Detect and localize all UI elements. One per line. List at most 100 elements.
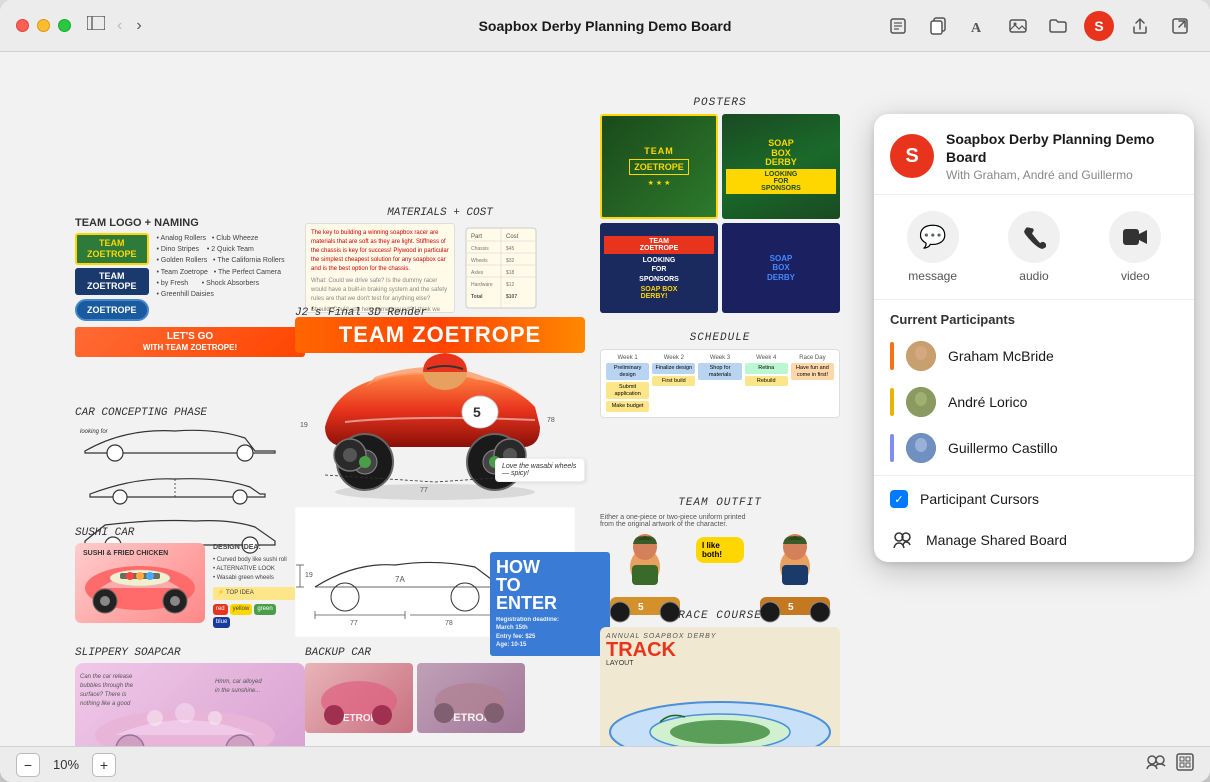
maximize-button[interactable] xyxy=(58,19,71,32)
app-window: ‹ › Soapbox Derby Planning Demo Board xyxy=(0,0,1210,782)
popover-divider-1 xyxy=(874,475,1194,476)
manage-board-icon xyxy=(890,528,914,552)
svg-text:77: 77 xyxy=(350,620,358,627)
svg-text:Chassis: Chassis xyxy=(471,246,489,252)
collaborators-icon[interactable] xyxy=(1146,754,1166,775)
svg-text:surface? There is: surface? There is xyxy=(80,692,126,698)
forward-icon[interactable]: › xyxy=(132,15,145,37)
graham-avatar xyxy=(906,341,936,371)
message-label: message xyxy=(908,269,957,283)
zoom-in-button[interactable]: + xyxy=(92,753,116,777)
zoom-out-button[interactable]: − xyxy=(16,753,40,777)
canvas-area[interactable]: TEAM LOGO + NAMING TEAMZOETROPE TEAMZOET… xyxy=(0,52,1210,746)
guillermo-color-bar xyxy=(890,434,894,462)
sidebar-toggle-icon[interactable] xyxy=(87,16,105,35)
poster-1: TEAM ZOETROPE ★ ★ ★ xyxy=(600,114,718,219)
user-avatar-button[interactable]: S xyxy=(1084,11,1114,41)
popover-actions: 💬 message audio xyxy=(874,195,1194,300)
race-course-section: RACE COURSE ANNUAL SOAPBOX DERBY TRACK L… xyxy=(600,610,840,746)
traffic-lights xyxy=(16,19,71,32)
materials-label: MATERIALS + COST xyxy=(305,207,575,219)
logo-team-zoetrope-green: TEAMZOETROPE xyxy=(75,233,149,265)
participant-cursors-checkbox[interactable]: ✓ xyxy=(890,490,908,508)
minimize-button[interactable] xyxy=(37,19,50,32)
slippery-label: SLIPPERY SOAPCAR xyxy=(75,647,305,659)
share-icon[interactable] xyxy=(1126,12,1154,40)
materials-sketch: Part Cost Chassis $45 Wheels $32 Axles $… xyxy=(461,223,541,316)
svg-text:78: 78 xyxy=(445,620,453,627)
svg-text:19: 19 xyxy=(305,572,313,579)
participant-cursors-label: Participant Cursors xyxy=(920,491,1039,507)
manage-shared-board-item[interactable]: Manage Shared Board xyxy=(874,518,1194,562)
svg-text:nothing like a good: nothing like a good xyxy=(80,701,131,707)
board-title: Soapbox Derby Planning Demo Board xyxy=(479,18,732,34)
race-course-label: RACE COURSE xyxy=(600,610,840,622)
slippery-soapcar-section: SLIPPERY SOAPCAR xyxy=(75,647,305,746)
svg-text:$45: $45 xyxy=(506,246,515,252)
car-concepting-label: CAR CONCEPTING PHASE xyxy=(75,407,295,419)
copy-icon[interactable] xyxy=(924,12,952,40)
backup-car-label: BACKUP CAR xyxy=(305,647,525,659)
participant-cursors-item[interactable]: ✓ Participant Cursors xyxy=(874,480,1194,518)
backup-car-section: BACKUP CAR ZOETROPE ZOETROP xyxy=(305,647,525,733)
video-action[interactable]: video xyxy=(1099,211,1171,283)
manage-shared-board-label: Manage Shared Board xyxy=(926,532,1067,548)
guillermo-avatar xyxy=(906,433,936,463)
schedule-table: Week 1 Week 2 Week 3 Week 4 Race Day Pre… xyxy=(600,349,840,418)
poster-grid: TEAM ZOETROPE ★ ★ ★ SOAPBOXDERBY LOOKING… xyxy=(600,114,840,313)
i-like-both-bubble: I like both! xyxy=(696,537,744,563)
fit-to-screen-icon[interactable] xyxy=(1176,753,1194,776)
graham-name: Graham McBride xyxy=(948,348,1054,364)
schedule-section: SCHEDULE Week 1 Week 2 Week 3 Week 4 Rac… xyxy=(600,332,840,418)
toolbar: A S xyxy=(884,11,1194,41)
audio-label: audio xyxy=(1019,269,1048,283)
svg-text:Axles: Axles xyxy=(471,270,484,276)
how-to-enter-card: HOW TO ENTER Registration deadline: Marc… xyxy=(490,552,610,656)
sushi-car-section: SUSHI CAR xyxy=(75,527,295,628)
graham-color-bar xyxy=(890,342,894,370)
logo-zoetrope-pill: ZOETROPE xyxy=(75,299,149,321)
popover-board-title: Soapbox Derby Planning Demo Board xyxy=(946,130,1178,166)
backup-photo-2: ZOETROP xyxy=(417,663,525,733)
svg-text:$32: $32 xyxy=(506,258,515,264)
participant-andre[interactable]: André Lorico xyxy=(874,379,1194,425)
backup-photo-1: ZOETROPE xyxy=(305,663,413,733)
logo-team-zoetrope-blue: TEAMZOETROPE xyxy=(75,268,149,296)
participant-graham[interactable]: Graham McBride xyxy=(874,333,1194,379)
outfit-description: Either a one-piece or two-piece uniform … xyxy=(600,514,840,528)
popover-board-avatar: S xyxy=(890,134,934,178)
poster-4: SOAPBOXDERBY xyxy=(722,223,840,313)
andre-avatar xyxy=(906,387,936,417)
svg-text:Hmm, car alloyed: Hmm, car alloyed xyxy=(215,679,262,685)
participant-guillermo[interactable]: Guillermo Castillo xyxy=(874,425,1194,471)
text-icon[interactable]: A xyxy=(964,12,992,40)
svg-text:$12: $12 xyxy=(506,282,515,288)
sushi-car-notes: DESIGN IDEA: • Curved body like sushi ro… xyxy=(213,543,295,628)
car-sketch-2 xyxy=(75,469,285,509)
bottom-right-tools xyxy=(1146,753,1194,776)
poster-2: SOAPBOXDERBY LOOKINGFORSPONSORS xyxy=(722,114,840,219)
titlebar: ‹ › Soapbox Derby Planning Demo Board xyxy=(0,0,1210,52)
open-in-new-icon[interactable] xyxy=(1166,12,1194,40)
car-sketch-1: looking for xyxy=(75,423,285,463)
zoom-value[interactable]: 10% xyxy=(48,757,84,772)
notes-icon[interactable] xyxy=(884,12,912,40)
popover-board-subtitle: With Graham, André and Guillermo xyxy=(946,168,1178,182)
message-action[interactable]: 💬 message xyxy=(897,211,969,283)
bottom-bar: − 10% + xyxy=(0,746,1210,782)
logo-options-list: • Analog Rollers • Club Wheeze • Dino St… xyxy=(157,233,285,300)
svg-text:77: 77 xyxy=(420,487,428,494)
track-subtitle: LAYOUT xyxy=(606,660,834,667)
audio-action[interactable]: audio xyxy=(998,211,1070,283)
svg-text:$107: $107 xyxy=(506,294,517,300)
folder-icon[interactable] xyxy=(1044,12,1072,40)
sharing-popover: S Soapbox Derby Planning Demo Board With… xyxy=(874,114,1194,562)
svg-text:Total: Total xyxy=(471,294,483,300)
team-logo-label: TEAM LOGO + NAMING xyxy=(75,217,305,229)
svg-text:Part: Part xyxy=(471,234,482,240)
back-icon[interactable]: ‹ xyxy=(113,15,126,37)
team-logo-section: TEAM LOGO + NAMING TEAMZOETROPE TEAMZOET… xyxy=(75,217,305,357)
image-icon[interactable] xyxy=(1004,12,1032,40)
track-title: TRACK xyxy=(606,640,834,660)
close-button[interactable] xyxy=(16,19,29,32)
